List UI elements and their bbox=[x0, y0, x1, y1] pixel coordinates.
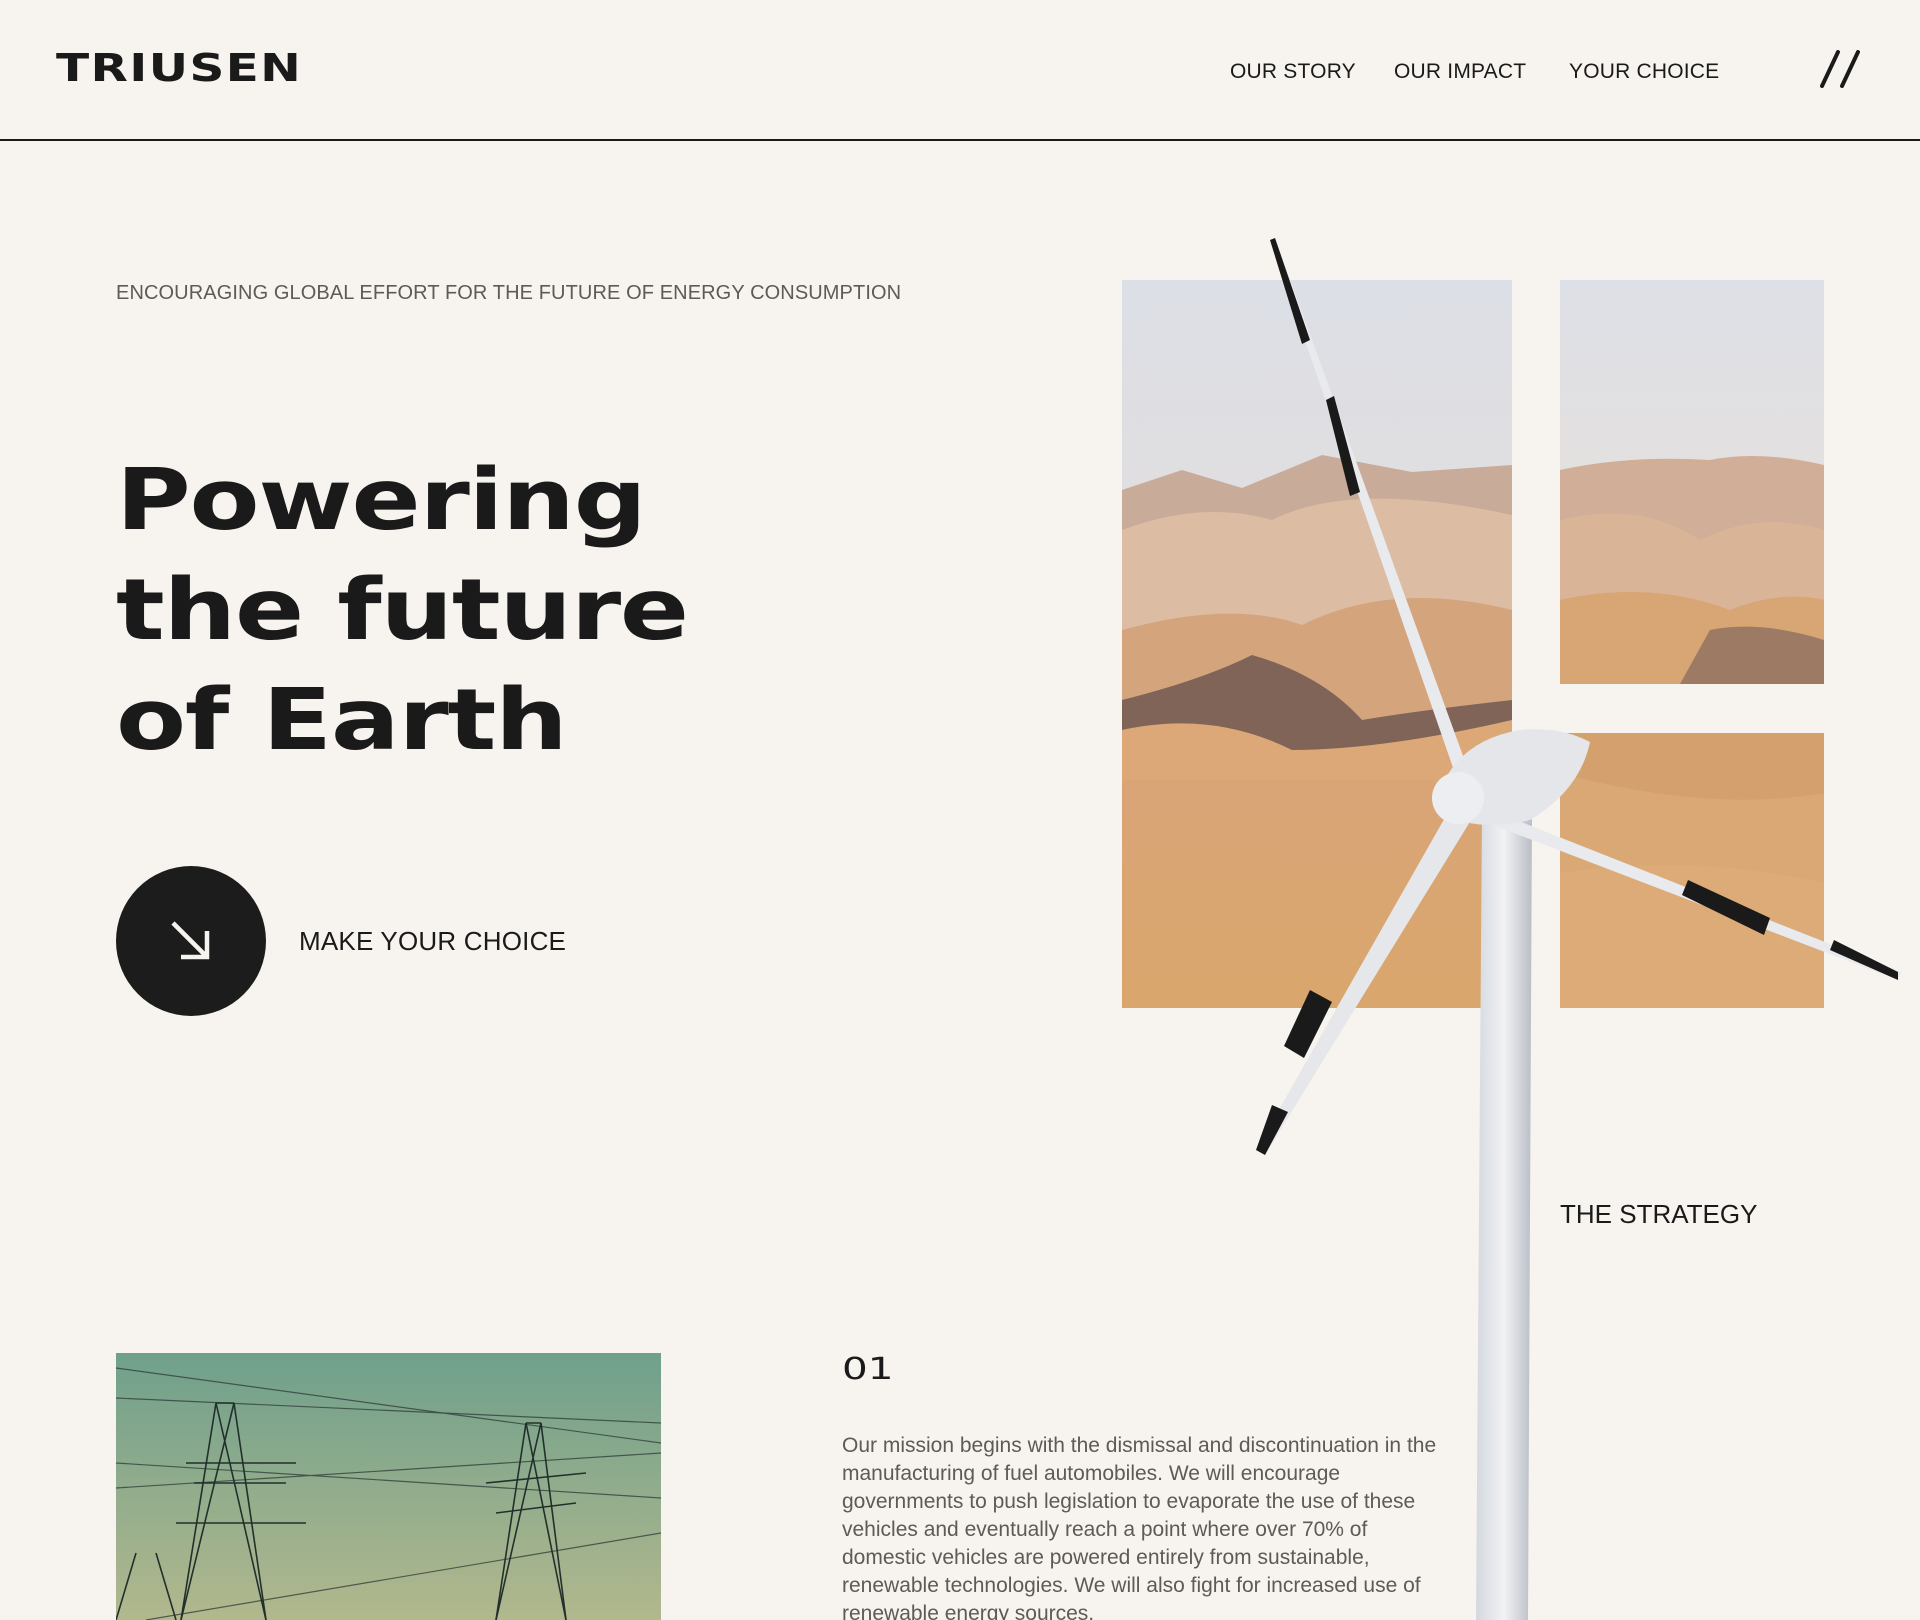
headline-line-2: the future bbox=[116, 561, 689, 660]
headline-line-3: of Earth bbox=[116, 671, 568, 770]
headline-line-1: Powering bbox=[116, 451, 647, 550]
nav-your-choice[interactable]: YOUR CHOICE bbox=[1569, 60, 1719, 84]
strategy-label: THE STRATEGY bbox=[1560, 1199, 1758, 1229]
site-header: TRIUSEN OUR STORY OUR IMPACT YOUR CHOICE bbox=[0, 0, 1920, 141]
make-choice-button[interactable] bbox=[116, 866, 266, 1016]
wind-turbine-image bbox=[1256, 238, 1901, 1620]
double-slash-menu-icon[interactable] bbox=[1818, 50, 1862, 88]
logo[interactable]: TRIUSEN bbox=[56, 46, 302, 90]
make-choice-label[interactable]: MAKE YOUR CHOICE bbox=[299, 926, 566, 957]
hero-eyebrow: ENCOURAGING GLOBAL EFFORT FOR THE FUTURE… bbox=[116, 282, 902, 304]
hero-headline: Powering the future of Earth bbox=[116, 446, 689, 776]
power-lines-image bbox=[116, 1353, 661, 1620]
arrow-down-right-icon bbox=[171, 921, 210, 960]
nav-our-impact[interactable]: OUR IMPACT bbox=[1394, 60, 1526, 84]
nav-our-story[interactable]: OUR STORY bbox=[1230, 60, 1356, 84]
mission-text: Our mission begins with the dismissal an… bbox=[842, 1434, 1437, 1620]
strategy-number: 01 bbox=[842, 1352, 894, 1387]
page: TRIUSEN OUR STORY OUR IMPACT YOUR CHOICE… bbox=[0, 0, 1920, 1620]
